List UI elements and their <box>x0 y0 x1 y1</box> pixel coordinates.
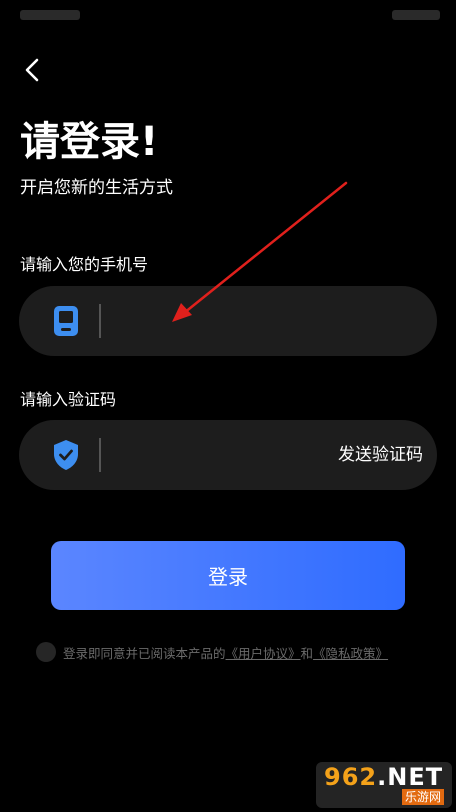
watermark-main: 962.NET <box>324 763 443 791</box>
code-field[interactable]: 发送验证码 <box>19 420 437 490</box>
phone-field[interactable] <box>19 286 437 356</box>
back-button[interactable] <box>14 52 50 88</box>
phone-field-divider <box>99 304 101 338</box>
agreement-and: 和 <box>300 645 314 661</box>
code-field-divider <box>99 438 101 472</box>
user-agreement-link[interactable]: 《用户协议》 <box>226 643 301 662</box>
agreement-row: 登录即同意并已阅读本产品的 《用户协议》 和 《隐私政策》 <box>36 641 388 663</box>
status-bar <box>0 0 456 30</box>
phone-icon <box>54 306 78 336</box>
site-watermark-logo: 962.NET 乐游网 <box>316 762 452 808</box>
login-button[interactable]: 登录 <box>51 541 405 610</box>
privacy-policy-link[interactable]: 《隐私政策》 <box>313 643 388 662</box>
watermark-sub: 乐游网 <box>401 789 444 805</box>
send-code-button[interactable]: 发送验证码 <box>338 443 423 467</box>
watermark-main-accent: 962 <box>324 763 378 791</box>
status-icons-placeholder <box>392 10 440 20</box>
agreement-checkbox[interactable] <box>36 642 56 662</box>
shield-check-icon <box>54 440 78 470</box>
chevron-left-icon <box>25 58 39 82</box>
code-label: 请输入验证码 <box>20 390 117 409</box>
code-input[interactable] <box>115 420 325 490</box>
phone-label: 请输入您的手机号 <box>20 255 149 274</box>
phone-input[interactable] <box>115 286 325 356</box>
agreement-prefix: 登录即同意并已阅读本产品的 <box>63 645 226 661</box>
page-title: 请登录! <box>20 119 159 165</box>
status-time-placeholder <box>20 10 80 20</box>
page-subtitle: 开启您新的生活方式 <box>20 178 173 198</box>
watermark-main-rest: .NET <box>377 763 444 791</box>
login-button-label: 登录 <box>208 565 248 589</box>
